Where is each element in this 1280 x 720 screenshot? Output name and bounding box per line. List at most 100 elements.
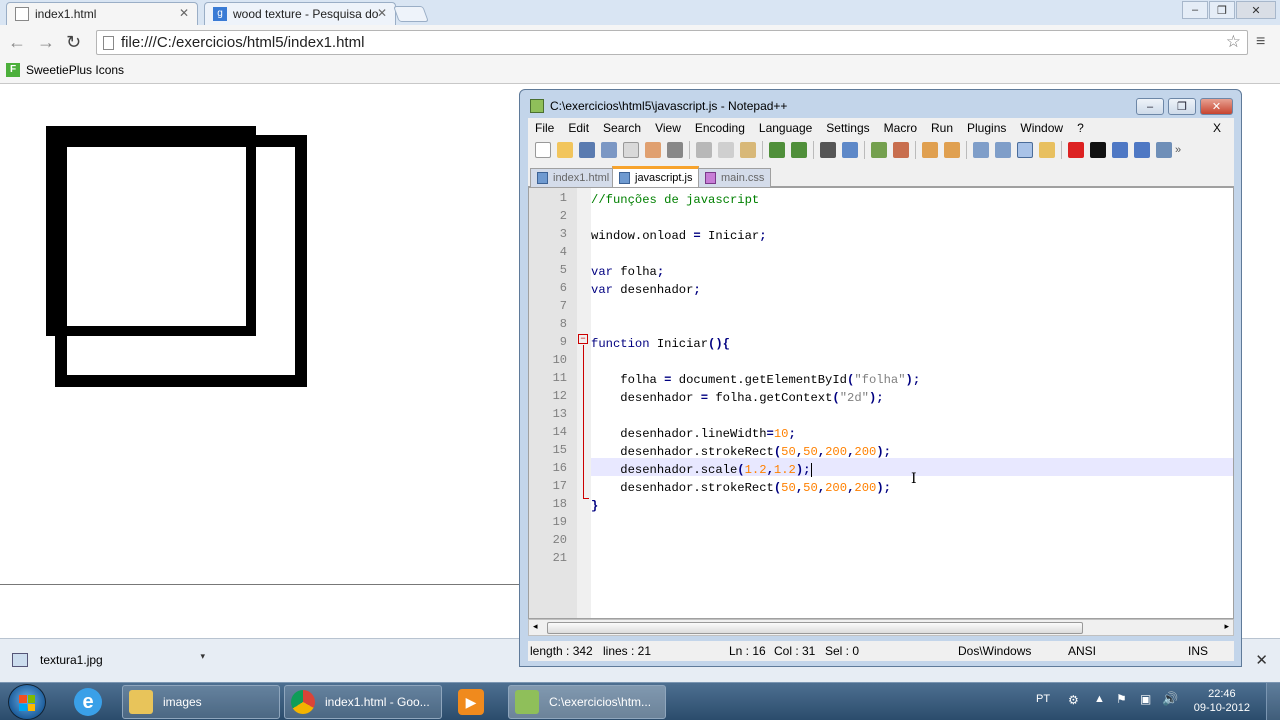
menu-language[interactable]: Language [752, 121, 819, 135]
zoom-in-icon[interactable] [871, 142, 887, 158]
task-notepadpp[interactable]: C:\exercicios\htm... [508, 685, 666, 719]
save-macro-icon[interactable] [1156, 142, 1172, 158]
windows-logo-icon [19, 695, 35, 711]
cut-icon[interactable] [696, 142, 712, 158]
language-indicator[interactable]: PT [1036, 693, 1050, 705]
paste-icon[interactable] [740, 142, 756, 158]
address-bar[interactable]: file:///C:/exercicios/html5/index1.html … [96, 30, 1248, 55]
close-shelf-icon[interactable]: ✕ [1255, 651, 1268, 669]
network-icon[interactable]: ▣ [1140, 692, 1151, 706]
print-icon[interactable] [667, 142, 683, 158]
copy-icon[interactable] [718, 142, 734, 158]
save-icon[interactable] [579, 142, 595, 158]
menu-view[interactable]: View [648, 121, 688, 135]
media-player-icon[interactable]: ▶ [458, 686, 484, 718]
maximize-button[interactable]: ❐ [1168, 98, 1196, 115]
open-file-icon[interactable] [557, 142, 573, 158]
tab-index1[interactable]: index1.html ✕ [6, 2, 198, 25]
status-lines: lines : 21 [603, 644, 652, 658]
minimize-button[interactable]: – [1182, 1, 1208, 19]
chevron-down-icon[interactable]: ▾ [200, 651, 205, 662]
reload-icon[interactable]: ↻ [66, 32, 81, 52]
task-label: images [163, 695, 202, 709]
menu-help[interactable]: ? [1070, 121, 1091, 135]
record-macro-icon[interactable] [1068, 142, 1084, 158]
indent-guide-icon[interactable] [1017, 142, 1033, 158]
more-tools-icon[interactable]: » [1175, 144, 1181, 156]
play-macro-icon[interactable] [1112, 142, 1128, 158]
word-wrap-icon[interactable] [973, 142, 989, 158]
wrench-menu-icon[interactable]: ≡ [1256, 33, 1265, 51]
action-center-flag-icon[interactable]: ⚑ [1116, 692, 1127, 706]
status-col: Col : 31 [774, 644, 816, 658]
tab-label: main.css [721, 172, 765, 184]
close-tab-icon[interactable]: ✕ [377, 6, 387, 20]
forward-icon[interactable]: → [37, 32, 55, 52]
menu-macro[interactable]: Macro [877, 121, 924, 135]
fold-minus-icon[interactable]: − [578, 334, 588, 344]
scrollbar-thumb[interactable] [547, 622, 1083, 634]
menu-file[interactable]: File [528, 121, 561, 135]
undo-icon[interactable] [769, 142, 785, 158]
menu-window[interactable]: Window [1013, 121, 1070, 135]
show-all-chars-icon[interactable] [995, 142, 1011, 158]
minimize-button[interactable]: ‒ [1136, 98, 1164, 115]
bookmark-sweetieplus[interactable]: F SweetiePlus Icons [6, 63, 124, 77]
close-tab-icon[interactable]: ✕ [179, 6, 189, 20]
volume-icon[interactable]: 🔊 [1162, 691, 1178, 707]
tray-expand-icon[interactable]: ▲ [1094, 693, 1105, 705]
scroll-right-icon[interactable]: ▸ [1224, 621, 1229, 632]
image-file-icon [12, 653, 28, 667]
close-button[interactable]: ✕ [1200, 98, 1233, 115]
close-all-icon[interactable] [645, 142, 661, 158]
horizontal-scrollbar[interactable]: ◂ ▸ [528, 619, 1234, 636]
show-desktop-button[interactable] [1266, 683, 1280, 720]
download-item[interactable]: textura1.jpg ▾ [4, 643, 209, 677]
replace-icon[interactable] [842, 142, 858, 158]
menu-encoding[interactable]: Encoding [688, 121, 752, 135]
close-file-icon[interactable] [623, 142, 639, 158]
scroll-left-icon[interactable]: ◂ [533, 621, 538, 632]
menu-run[interactable]: Run [924, 121, 960, 135]
code-line: } [591, 499, 599, 513]
code-editor[interactable]: 1 2 3 4 5 6 7 8 9 10 11 12 13 14 15 16 17 18 19 20 21 − //fu… [528, 187, 1234, 619]
stop-macro-icon[interactable] [1090, 142, 1106, 158]
menu-search[interactable]: Search [596, 121, 648, 135]
sync-vertical-icon[interactable] [922, 142, 938, 158]
back-icon[interactable]: ← [8, 32, 26, 52]
line-number: 2 [559, 209, 567, 223]
star-icon[interactable]: ☆ [1226, 32, 1241, 52]
tray-settings-icon[interactable]: ⚙ [1068, 693, 1079, 707]
menu-settings[interactable]: Settings [819, 121, 876, 135]
new-tab-button[interactable] [393, 6, 429, 22]
redo-icon[interactable] [791, 142, 807, 158]
tab-index1-html[interactable]: index1.html [530, 168, 617, 187]
file-icon [705, 172, 716, 184]
find-icon[interactable] [820, 142, 836, 158]
menu-plugins[interactable]: Plugins [960, 121, 1013, 135]
task-images[interactable]: images [122, 685, 280, 719]
folder-as-workspace-icon[interactable] [1039, 142, 1055, 158]
task-chrome[interactable]: index1.html - Goo... [284, 685, 442, 719]
close-window-button[interactable]: ✕ [1236, 1, 1276, 19]
tab-wood-texture[interactable]: g wood texture - Pesquisa do ✕ [204, 2, 396, 25]
tab-label: javascript.js [635, 172, 693, 184]
internet-explorer-icon[interactable]: e [74, 686, 102, 718]
play-multiple-icon[interactable] [1134, 142, 1150, 158]
new-file-icon[interactable] [535, 142, 551, 158]
page-icon [15, 7, 29, 21]
sync-horizontal-icon[interactable] [944, 142, 960, 158]
close-document-icon[interactable]: X [1206, 121, 1228, 135]
tab-javascript-js[interactable]: javascript.js [612, 166, 700, 187]
tab-main-css[interactable]: main.css [698, 168, 772, 187]
zoom-out-icon[interactable] [893, 142, 909, 158]
menu-edit[interactable]: Edit [561, 121, 596, 135]
clock[interactable]: 22:46 09-10-2012 [1194, 687, 1250, 715]
maximize-button[interactable]: ❐ [1209, 1, 1235, 19]
line-number: 18 [552, 497, 567, 511]
page-icon [103, 36, 114, 50]
start-button[interactable] [8, 684, 46, 720]
stroke-rect-2 [55, 135, 307, 387]
save-all-icon[interactable] [601, 142, 617, 158]
menu-bar: File Edit Search View Encoding Language … [528, 118, 1234, 137]
